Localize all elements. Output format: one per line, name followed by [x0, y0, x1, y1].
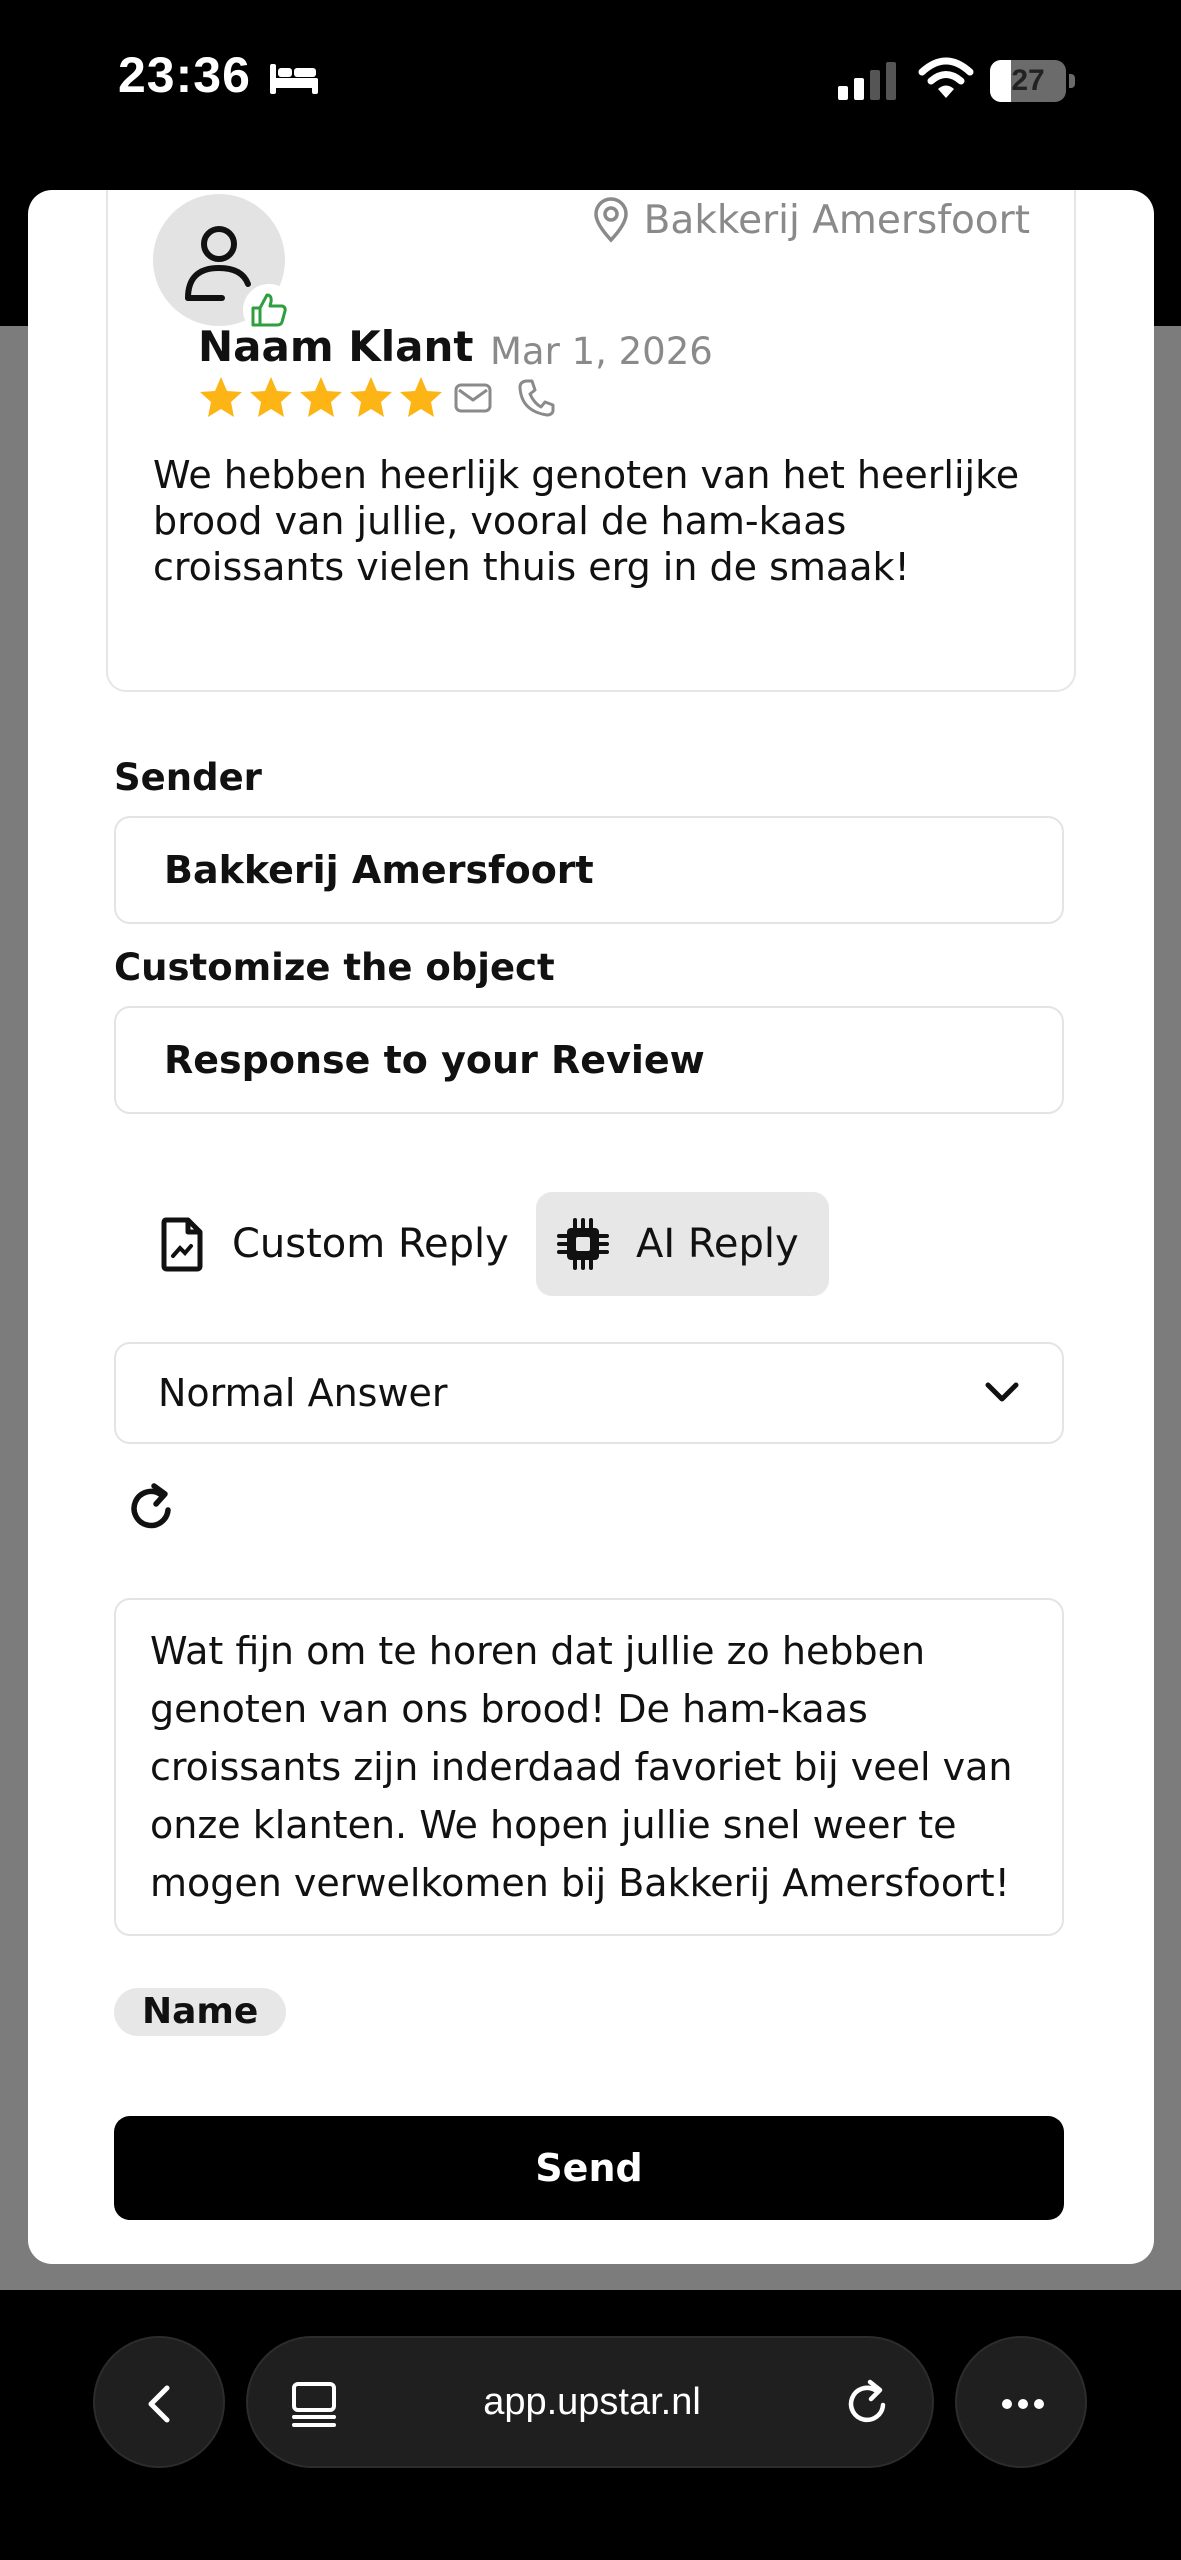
mail-icon[interactable]: [453, 381, 493, 415]
object-label: Customize the object: [114, 946, 555, 989]
location-label: Bakkerij Amersfoort: [643, 197, 1030, 243]
reviewer-name: Naam Klant: [198, 322, 474, 371]
back-icon: [148, 2385, 170, 2423]
person-icon: [185, 226, 251, 301]
answer-type-select[interactable]: Normal Answer: [114, 1342, 1064, 1444]
contact-icons: [453, 378, 579, 418]
tab-ai-reply[interactable]: AI Reply: [536, 1192, 829, 1296]
regenerate-icon[interactable]: [124, 1480, 180, 1536]
chip-icon: [557, 1218, 609, 1270]
answer-type-value: Normal Answer: [158, 1371, 448, 1415]
tab-custom-reply[interactable]: Custom Reply: [128, 1192, 529, 1296]
reload-icon[interactable]: [840, 2376, 894, 2430]
cellular-signal-icon: [838, 62, 896, 100]
location-pin-icon: [593, 197, 628, 243]
star-icon: [400, 377, 442, 417]
status-time: 23:36: [118, 47, 251, 103]
battery-icon: 27: [990, 60, 1075, 102]
back-button[interactable]: [93, 2336, 225, 2468]
review-card: Bakkerij Amersfoort Naam Klant Mar 1, 20…: [106, 190, 1076, 692]
star-icon: [300, 377, 342, 417]
review-location: Bakkerij Amersfoort: [592, 194, 1030, 246]
wifi-icon: [918, 57, 974, 98]
sender-label: Sender: [114, 756, 262, 799]
status-bar: 23:36 27: [0, 0, 1181, 160]
battery-level: 27: [1011, 64, 1045, 97]
review-date: Mar 1, 2026: [490, 330, 713, 373]
object-input[interactable]: Response to your Review: [114, 1006, 1064, 1114]
tab-ai-reply-label: AI Reply: [636, 1221, 799, 1267]
star-icon: [250, 377, 292, 417]
bed-icon: [270, 64, 318, 94]
avatar: [153, 194, 295, 336]
url-text: app.upstar.nl: [483, 2381, 701, 2423]
reply-sheet: Bakkerij Amersfoort Naam Klant Mar 1, 20…: [28, 190, 1154, 2264]
send-button[interactable]: Send: [114, 2116, 1064, 2220]
star-rating: [196, 374, 446, 422]
reply-textarea[interactable]: Wat fijn om te horen dat jullie zo hebbe…: [114, 1598, 1064, 1936]
phone-icon[interactable]: [517, 378, 555, 418]
document-icon: [161, 1217, 203, 1272]
chevron-down-icon: [985, 1382, 1019, 1402]
star-icon: [350, 377, 392, 417]
address-bar[interactable]: app.upstar.nl: [246, 2336, 934, 2468]
tab-custom-reply-label: Custom Reply: [232, 1221, 509, 1267]
star-icon: [200, 377, 242, 417]
more-button[interactable]: [955, 2336, 1087, 2468]
sender-input[interactable]: Bakkerij Amersfoort: [114, 816, 1064, 924]
name-variable-chip[interactable]: Name: [114, 1988, 287, 2036]
review-text: We hebben heerlijk genoten van het heerl…: [153, 453, 1020, 589]
browser-toolbar: app.upstar.nl: [0, 2290, 1181, 2560]
more-icon: [1002, 2399, 1044, 2409]
